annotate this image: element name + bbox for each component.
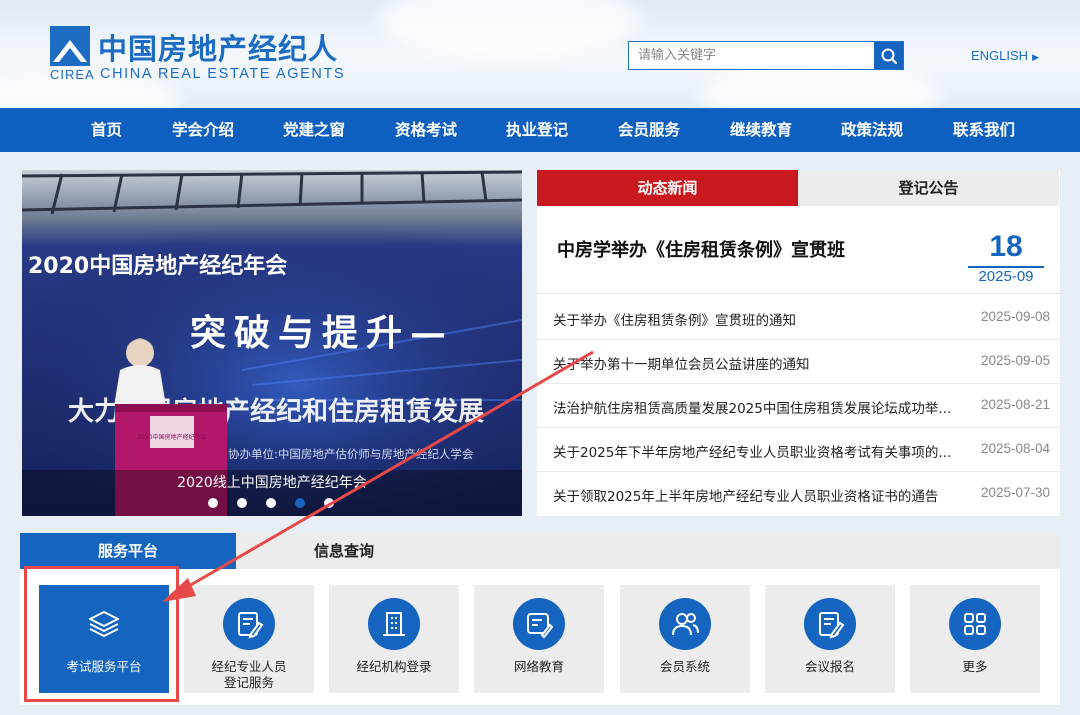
tile-label: 更多 [962,659,988,674]
news-list-item[interactable]: 关于领取2025年上半年房地产经纪专业人员职业资格证书的通告 2025-07-3… [537,472,1060,516]
nav-item-education[interactable]: 继续教育 [730,108,792,152]
headline-title[interactable]: 中房学举办《住房租赁条例》宣贯班 [557,236,845,262]
carousel-dot-active[interactable] [295,498,305,508]
service-panel: 服务平台 信息查询 考试服务平台 经纪专业人员 登记服务 经纪机构登录 网络教育… [20,533,1060,705]
search-button[interactable] [874,42,903,69]
headline-day: 18 [989,230,1023,263]
building-icon [368,598,420,650]
nav-item-party[interactable]: 党建之窗 [283,108,345,152]
main-nav: 首页 学会介绍 党建之窗 资格考试 执业登记 会员服务 继续教育 政策法规 联系… [0,108,1080,152]
more-services-tile[interactable]: 更多 [910,585,1040,693]
tab-registration-notice[interactable]: 登记公告 [798,170,1059,206]
news-list-item[interactable]: 关于举办《住房租赁条例》宣贯班的通知 2025-09-08 [537,296,1060,340]
news-item-date: 2025-09-05 [980,353,1050,368]
tile-label: 经纪机构登录 [356,659,432,674]
nav-item-member[interactable]: 会员服务 [618,108,680,152]
logo-abbreviation: CIREA [50,67,95,82]
online-education-tile[interactable]: 网络教育 [474,585,604,693]
tile-label-line-1: 经纪专业人员 [211,659,287,674]
users-icon [659,598,711,650]
news-list-item[interactable]: 关于举办第十一期单位会员公益讲座的通知 2025-09-05 [537,340,1060,384]
member-system-tile[interactable]: 会员系统 [620,585,750,693]
search-icon [881,48,897,64]
headline-year-month: 2025-09 [968,266,1044,286]
conference-signup-tile[interactable]: 会议报名 [765,585,895,693]
tab-service-platform[interactable]: 服务平台 [20,533,236,569]
carousel-dot[interactable] [237,498,247,508]
svg-text:2020中国房地产经纪年会: 2020中国房地产经纪年会 [137,433,206,441]
nav-item-policy[interactable]: 政策法规 [841,108,903,152]
headline-news[interactable]: 中房学举办《住房租赁条例》宣贯班 18 2025-09 [537,206,1060,294]
news-item-title[interactable]: 法治护航住房租赁高质量发展2025中国住房租赁发展论坛成功举... [553,397,958,417]
news-panel: 动态新闻 登记公告 中房学举办《住房租赁条例》宣贯班 18 2025-09 关于… [537,170,1060,516]
nav-item-contact[interactable]: 联系我们 [953,108,1015,152]
tile-label: 考试服务平台 [66,659,142,674]
news-tabs: 动态新闻 登记公告 [537,170,1060,206]
tab-news[interactable]: 动态新闻 [537,170,798,206]
carousel-dot[interactable] [208,498,218,508]
language-link-label: ENGLISH [971,48,1029,63]
grid-icon [949,598,1001,650]
service-tabs: 服务平台 信息查询 [20,533,1060,569]
news-item-date: 2025-08-21 [980,397,1050,412]
news-list: 关于举办《住房租赁条例》宣贯班的通知 2025-09-08 关于举办第十一期单位… [537,296,1060,516]
news-list-item[interactable]: 关于2025年下半年房地产经纪专业人员职业资格考试有关事项的... 2025-0… [537,428,1060,472]
tab-info-query[interactable]: 信息查询 [236,533,452,569]
layers-icon [78,598,130,650]
news-item-date: 2025-09-08 [980,309,1050,324]
news-item-date: 2025-07-30 [980,485,1050,500]
nav-item-about[interactable]: 学会介绍 [172,108,234,152]
agency-login-tile[interactable]: 经纪机构登录 [329,585,459,693]
document-edit-icon [223,598,275,650]
carousel-dots [208,498,334,508]
news-item-title[interactable]: 关于举办第十一期单位会员公益讲座的通知 [553,353,958,373]
news-item-title[interactable]: 关于2025年下半年房地产经纪专业人员职业资格考试有关事项的... [553,441,958,461]
slide-organizer: 协办单位:中国房地产估价师与房地产经纪人学会 [228,447,474,461]
cirea-logo-mark-icon [50,26,90,66]
tile-label: 网络教育 [513,659,564,674]
search-box [628,41,904,70]
nav-item-home[interactable]: 首页 [91,108,122,152]
slide-image: 2020中国房地产经纪年会 突破与提升— 大力发展房地产经纪和住房租赁发展 协办… [22,170,522,516]
tile-label: 会员系统 [659,659,710,674]
slide-banner-year: 2020中国房地产经纪年会 [28,253,287,279]
signup-form-icon [804,598,856,650]
carousel-caption: 2020线上中国房地产经纪年会 [177,475,367,491]
language-switch-link[interactable]: ENGLISH ▶ [971,48,1039,63]
tile-label: 会议报名 [804,659,855,674]
carousel-dot[interactable] [324,498,334,508]
nav-item-exam[interactable]: 资格考试 [395,108,457,152]
news-item-date: 2025-08-04 [980,441,1050,456]
caret-right-icon: ▶ [1032,52,1039,62]
agent-registration-tile[interactable]: 经纪专业人员 登记服务 [184,585,314,693]
news-item-title[interactable]: 关于领取2025年上半年房地产经纪专业人员职业资格证书的通告 [553,485,958,505]
tile-label: 经纪专业人员 登记服务 [184,659,314,691]
exam-service-platform-tile[interactable]: 考试服务平台 [39,585,169,693]
site-header: 中国房地产经纪人 CIREA CHINA REAL ESTATE AGENTS … [0,0,1080,108]
slide-banner-slogan: 突破与提升— [190,312,454,354]
search-input[interactable] [629,42,869,69]
banner-carousel[interactable]: 2020中国房地产经纪年会 突破与提升— 大力发展房地产经纪和住房租赁发展 协办… [22,170,522,516]
logo-chinese-name: 中国房地产经纪人 [98,32,339,66]
carousel-dot[interactable] [266,498,276,508]
news-list-item[interactable]: 法治护航住房租赁高质量发展2025中国住房租赁发展论坛成功举... 2025-0… [537,384,1060,428]
site-logo[interactable]: 中国房地产经纪人 CIREA CHINA REAL ESTATE AGENTS [50,26,350,86]
news-item-title[interactable]: 关于举办《住房租赁条例》宣贯班的通知 [553,309,958,329]
tile-label-line-2: 登记服务 [223,675,274,690]
logo-english-name: CHINA REAL ESTATE AGENTS [100,66,346,82]
online-course-icon [513,598,565,650]
nav-item-registration[interactable]: 执业登记 [506,108,568,152]
